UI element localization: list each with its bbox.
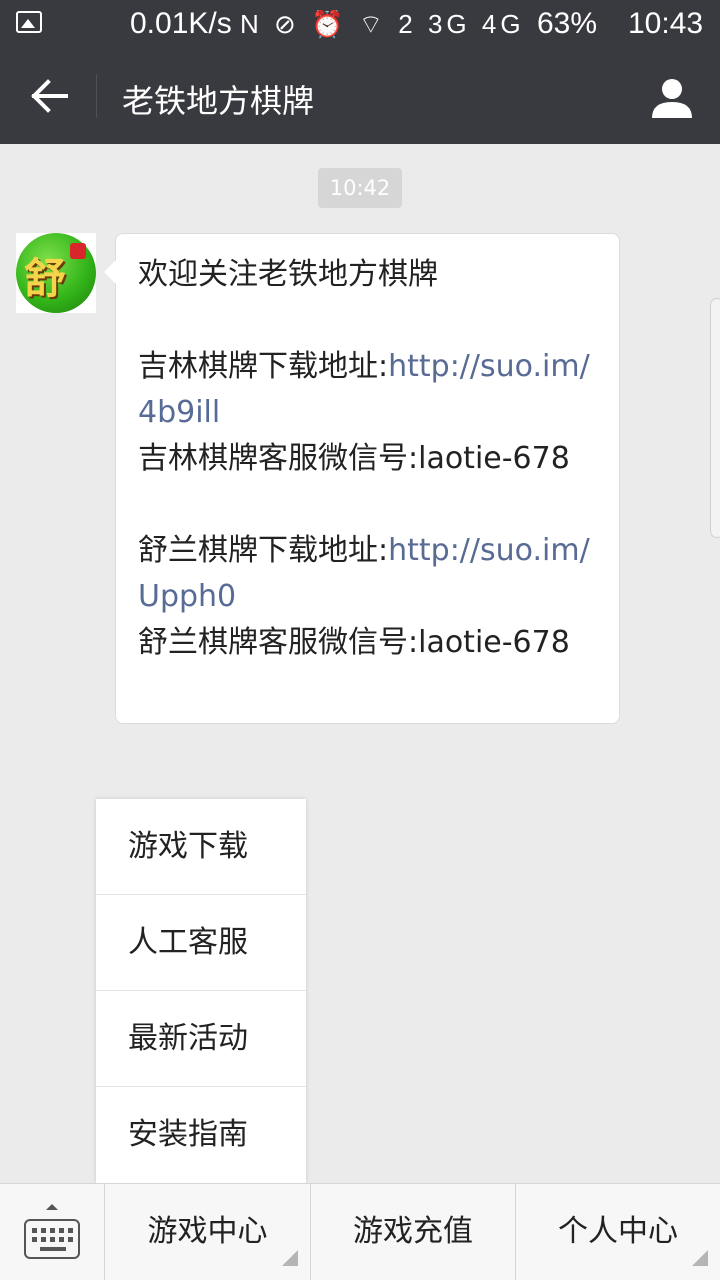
submenu-item-customer-service[interactable]: 人工客服 xyxy=(96,895,306,991)
title-bar: 老铁地方棋牌 xyxy=(0,48,720,144)
back-arrow-icon[interactable] xyxy=(30,78,70,114)
submenu-item-install-guide[interactable]: 安装指南 xyxy=(96,1087,306,1183)
title-divider xyxy=(96,74,97,118)
message-text: 欢迎关注老铁地方棋牌 吉林棋牌下载地址:http://suo.im/4b9ill… xyxy=(138,252,608,666)
menu-button-label: 游戏中心 xyxy=(147,1214,268,1249)
keyboard-toggle-button[interactable] xyxy=(0,1184,104,1280)
submenu-indicator-icon xyxy=(282,1250,298,1266)
system-status-icons: N ⊘ ⏰ ⌔ 2 3G 4G xyxy=(240,9,525,39)
shulan-service-id: 舒兰棋牌客服微信号:laotie-678 xyxy=(138,625,570,660)
message-greeting: 欢迎关注老铁地方棋牌 xyxy=(138,257,438,292)
shulan-download-label: 舒兰棋牌下载地址: xyxy=(138,533,389,568)
keyboard-icon xyxy=(24,1219,80,1259)
status-bar: 0.01K/s N ⊘ ⏰ ⌔ 2 3G 4G 63% 10:43 xyxy=(0,0,720,48)
submenu-indicator-icon xyxy=(692,1250,708,1266)
jilin-download-label: 吉林棋牌下载地址: xyxy=(138,349,389,384)
status-clock: 10:43 xyxy=(628,7,704,40)
message-bubble[interactable]: 欢迎关注老铁地方棋牌 吉林棋牌下载地址:http://suo.im/4b9ill… xyxy=(104,233,620,724)
edge-handle[interactable] xyxy=(710,298,720,538)
menu-button-game-center[interactable]: 游戏中心 xyxy=(104,1184,310,1280)
avatar-logo-seal xyxy=(70,243,86,259)
battery-level: 63% xyxy=(537,7,598,40)
page-title: 老铁地方棋牌 xyxy=(122,82,315,120)
gallery-notification-icon xyxy=(16,11,42,33)
menu-button-label: 个人中心 xyxy=(558,1214,678,1249)
submenu-item-latest-events[interactable]: 最新活动 xyxy=(96,991,306,1087)
submenu-item-game-download[interactable]: 游戏下载 xyxy=(96,799,306,895)
profile-icon[interactable] xyxy=(650,76,694,120)
menu-button-game-recharge[interactable]: 游戏充值 xyxy=(310,1184,515,1280)
account-avatar[interactable]: 舒兰 xyxy=(16,233,96,313)
menu-button-personal-center[interactable]: 个人中心 xyxy=(515,1184,720,1280)
game-center-submenu: 游戏下载 人工客服 最新活动 安装指南 xyxy=(96,799,306,1183)
jilin-service-id: 吉林棋牌客服微信号:laotie-678 xyxy=(138,441,570,476)
message-timestamp: 10:42 xyxy=(318,168,402,208)
network-speed: 0.01K/s xyxy=(130,7,232,40)
menu-button-label: 游戏充值 xyxy=(353,1214,473,1249)
caret-up-icon xyxy=(46,1204,58,1210)
bottom-menu-bar: 游戏中心 游戏充值 个人中心 xyxy=(0,1183,720,1280)
